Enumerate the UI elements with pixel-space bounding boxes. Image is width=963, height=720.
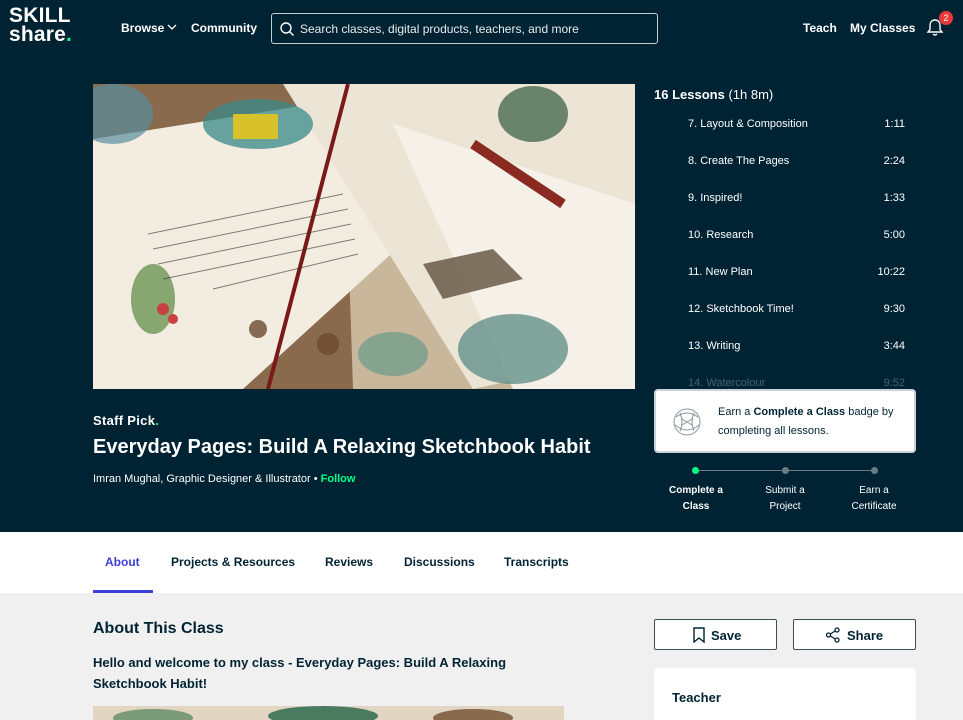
lessons-duration: (1h 8m) bbox=[728, 87, 774, 102]
follow-button[interactable]: Follow bbox=[321, 473, 356, 485]
progress-step-complete-class: Complete a Class bbox=[669, 485, 723, 512]
teacher-card-title: Teacher bbox=[672, 690, 721, 705]
tab-discussions[interactable]: Discussions bbox=[404, 555, 475, 569]
teacher-byline: Imran Mughal, Graphic Designer & Illustr… bbox=[93, 473, 355, 485]
lesson-count: 16 Lessons bbox=[654, 87, 725, 102]
earn-badge-card: Earn a Complete a Class badge by complet… bbox=[654, 389, 916, 453]
lesson-item[interactable]: 11. New Plan 10:22 bbox=[654, 258, 916, 288]
teacher-card: Teacher bbox=[654, 668, 916, 720]
community-link[interactable]: Community bbox=[191, 21, 257, 35]
tab-about[interactable]: About bbox=[105, 555, 140, 569]
lesson-item[interactable]: 12. Sketchbook Time! 9:30 bbox=[654, 295, 916, 325]
earn-badge-text: Earn a Complete a Class badge by complet… bbox=[718, 406, 894, 437]
lesson-item[interactable]: 7. Layout & Composition 1:11 bbox=[654, 110, 916, 140]
browse-menu[interactable]: Browse bbox=[121, 21, 164, 35]
lesson-list[interactable]: 7. Layout & Composition 1:11 8. Create Th… bbox=[654, 110, 916, 388]
lesson-item[interactable]: 8. Create The Pages 2:24 bbox=[654, 147, 916, 177]
chevron-down-icon[interactable] bbox=[167, 22, 177, 32]
progress-step-submit-project: Submit a Project bbox=[765, 485, 805, 512]
lesson-item[interactable]: 10. Research 5:00 bbox=[654, 221, 916, 251]
top-nav: SKILL share. Browse Community Teach My C… bbox=[0, 0, 963, 58]
my-classes-link[interactable]: My Classes bbox=[850, 21, 915, 35]
share-label: Share bbox=[847, 628, 884, 643]
teach-link[interactable]: Teach bbox=[803, 21, 837, 35]
logo-bottom: share bbox=[9, 23, 67, 46]
class-hero: Staff Pick. Everyday Pages: Build A Rela… bbox=[0, 58, 963, 532]
save-label: Save bbox=[711, 628, 742, 643]
staff-pick-label: Staff Pick. bbox=[93, 413, 160, 428]
progress-dot-complete-class bbox=[692, 467, 699, 474]
search-input[interactable] bbox=[300, 20, 650, 38]
share-button[interactable]: Share bbox=[793, 619, 916, 650]
lesson-item[interactable]: 9. Inspired! 1:33 bbox=[654, 184, 916, 214]
lessons-header: 16 Lessons (1h 8m) bbox=[654, 87, 773, 102]
tab-projects-resources[interactable]: Projects & Resources bbox=[171, 555, 295, 569]
class-title: Everyday Pages: Build A Relaxing Sketchb… bbox=[93, 436, 591, 458]
search-bar[interactable] bbox=[271, 13, 658, 44]
tab-reviews[interactable]: Reviews bbox=[325, 555, 373, 569]
active-tab-indicator bbox=[93, 590, 153, 593]
class-tabs: About Projects & Resources Reviews Discu… bbox=[0, 532, 963, 593]
progress-dot-submit-project bbox=[782, 467, 789, 474]
about-section-title: About This Class bbox=[93, 620, 224, 637]
teacher-name[interactable]: Imran Mughal, Graphic Designer & Illustr… bbox=[93, 473, 318, 485]
notification-badge[interactable]: 2 bbox=[939, 11, 953, 25]
progress-step-certificate: Earn a Certificate bbox=[851, 485, 897, 512]
progress-dot-certificate bbox=[871, 467, 878, 474]
about-image bbox=[93, 706, 564, 720]
bookmark-icon bbox=[693, 627, 705, 643]
lesson-item[interactable]: 13. Writing 3:44 bbox=[654, 332, 916, 362]
badge-icon bbox=[673, 408, 701, 436]
skillshare-logo[interactable]: SKILL share. bbox=[9, 5, 72, 46]
class-video-thumbnail[interactable] bbox=[93, 84, 635, 389]
tab-transcripts[interactable]: Transcripts bbox=[504, 555, 569, 569]
about-intro-text: Hello and welcome to my class - Everyday… bbox=[93, 655, 507, 691]
search-icon bbox=[280, 22, 294, 36]
share-icon bbox=[825, 627, 840, 643]
save-button[interactable]: Save bbox=[654, 619, 777, 650]
lesson-item[interactable]: 14. Watercolour 9:52 bbox=[654, 369, 916, 388]
